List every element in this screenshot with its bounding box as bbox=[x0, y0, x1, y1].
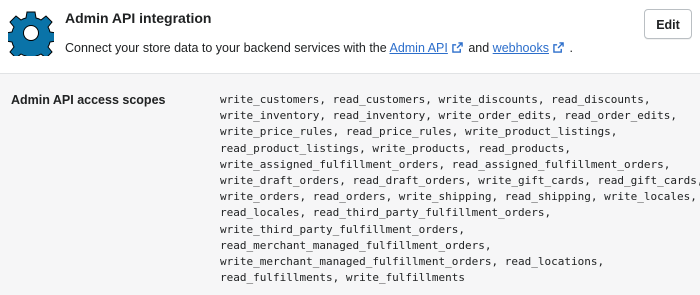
scope-line: write_assigned_fulfillment_orders, read_… bbox=[220, 157, 671, 171]
webhooks-link[interactable]: webhooks bbox=[493, 41, 549, 55]
integration-title: Admin API integration bbox=[65, 10, 212, 26]
external-link-icon[interactable] bbox=[452, 42, 463, 53]
admin-api-link[interactable]: Admin API bbox=[389, 41, 447, 55]
description-text-end: . bbox=[565, 41, 573, 55]
scope-line: write_draft_orders, read_draft_orders, w… bbox=[220, 173, 700, 187]
scope-line: write_orders, read_orders, write_shippin… bbox=[220, 190, 697, 204]
scope-line: write_inventory, read_inventory, write_o… bbox=[220, 109, 677, 123]
scope-line: read_merchant_managed_fulfillment_orders… bbox=[220, 238, 492, 252]
scope-line: write_price_rules, read_price_rules, wri… bbox=[220, 125, 618, 139]
scope-line: read_fulfillments, write_fulfillments bbox=[220, 271, 466, 285]
scope-line: read_product_listings, write_products, r… bbox=[220, 141, 571, 155]
scope-line: write_customers, read_customers, write_d… bbox=[220, 93, 651, 106]
gear-icon bbox=[8, 11, 54, 56]
scope-line: write_merchant_managed_fulfillment_order… bbox=[220, 254, 605, 268]
integration-header: Admin API integration Connect your store… bbox=[0, 0, 700, 74]
scopes-section: Admin API access scopes write_customers,… bbox=[0, 74, 700, 295]
edit-button[interactable]: Edit bbox=[644, 9, 692, 39]
scope-line: write_third_party_fulfillment_orders, bbox=[220, 222, 466, 236]
description-text-and: and bbox=[464, 41, 493, 55]
scope-line: read_locales, read_third_party_fulfillme… bbox=[220, 206, 552, 220]
external-link-icon[interactable] bbox=[553, 42, 564, 53]
description-text: Connect your store data to your backend … bbox=[65, 41, 390, 55]
scopes-list: write_customers, read_customers, write_d… bbox=[220, 92, 700, 286]
scopes-label: Admin API access scopes bbox=[11, 93, 166, 107]
integration-description: Connect your store data to your backend … bbox=[65, 41, 573, 55]
